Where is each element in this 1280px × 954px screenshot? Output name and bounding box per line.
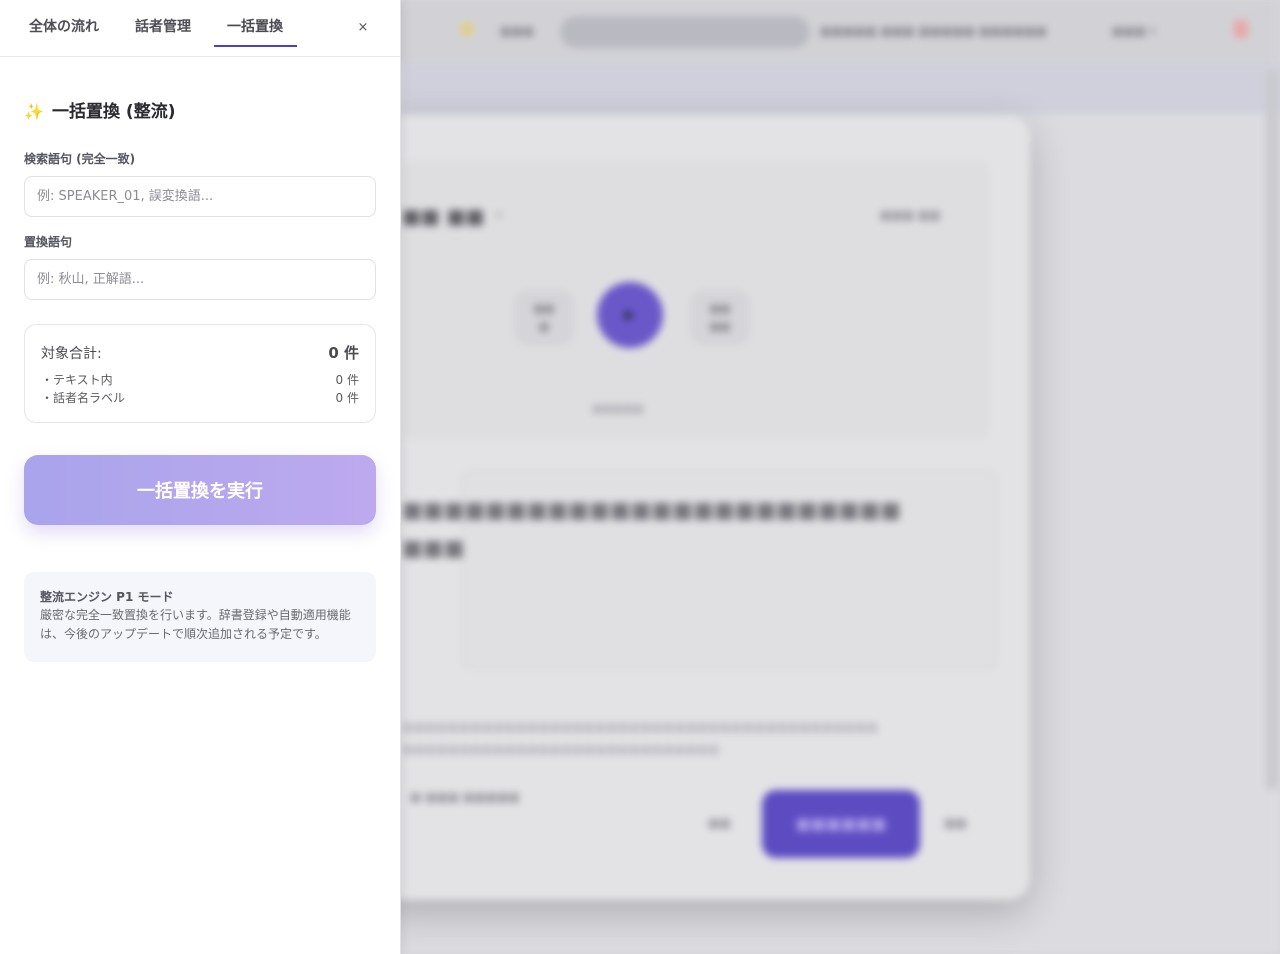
total-count-label: 対象合計: (41, 346, 102, 362)
search-input[interactable] (24, 176, 376, 217)
info-box: 整流エンジン P1 モード 厳密な完全一致置換を行います。辞書登録や自動適用機能… (24, 572, 376, 662)
close-button[interactable]: × (356, 18, 370, 38)
info-text: 厳密な完全一致置換を行います。辞書登録や自動適用機能は、今後のアップデートで順次… (40, 608, 351, 641)
bg-next: ■■ (944, 816, 967, 830)
section-title: ✨ 一括置換 (整流) (24, 99, 175, 125)
tab-speaker-management[interactable]: 話者管理 (135, 0, 191, 48)
total-count-value: 0 件 (328, 344, 359, 362)
bg-speed: ■■■■■ (592, 402, 644, 415)
text-count-value: 0 件 (335, 373, 359, 387)
bg-search-pill (560, 16, 810, 48)
side-panel: 全体の流れ 話者管理 一括置換 × ✨ 一括置換 (整流) 検索語句 (完全一致)… (0, 0, 401, 954)
bg-trash-icon (1234, 20, 1248, 38)
speaker-label-count-label: ・話者名ラベル (41, 391, 126, 405)
bg-caret-icon: ▾ (496, 208, 503, 222)
bg-star-icon (460, 22, 474, 36)
bg-skip-back: ■■ ■ (514, 290, 574, 346)
bg-top-text: ■■■ (500, 24, 535, 38)
search-label: 検索語句 (完全一致) (24, 152, 136, 166)
tab-bar: 全体の流れ 話者管理 一括置換 × (0, 0, 400, 57)
bg-small: ■ ■■■ ■■■■■ (410, 790, 520, 804)
bg-scrollbar (1266, 70, 1278, 790)
bg-play-icon: ▶ (597, 282, 663, 348)
execute-replace-button[interactable]: 一括置換を実行 (24, 455, 376, 525)
bg-prev: ■■ (708, 816, 731, 830)
replace-label: 置換語句 (24, 235, 73, 249)
tab-bulk-replace[interactable]: 一括置換 (227, 0, 283, 48)
bg-title: ■■ ■■ (402, 204, 485, 228)
bg-topright: ■■■ ■■ (880, 208, 941, 222)
bg-hint: ■■■■■■■■■■■■■■■■■■■■■■■■■■■■■■■■■■■■■■■■… (402, 720, 879, 756)
match-count-box: 対象合計: 0 件 ・テキスト内 0 件 ・話者名ラベル 0 件 (24, 324, 376, 423)
section-title-text: 一括置換 (整流) (52, 102, 176, 122)
bg-transcript: ■■■■■■■■■■■■■■■■■■■■■■■■ ■■■ (402, 498, 901, 561)
active-tab-indicator (214, 45, 297, 47)
info-title: 整流エンジン P1 モード (40, 590, 174, 604)
sparkles-icon: ✨ (24, 102, 44, 121)
bg-top-text: ■■■■■ ■■■ ■■■■■ ■■■■■■ (820, 24, 1047, 38)
tab-overall-flow[interactable]: 全体の流れ (29, 0, 99, 48)
bg-strip (402, 64, 1280, 114)
text-count-label: ・テキスト内 (41, 373, 113, 387)
bg-save-button: ■■■■■■ (762, 790, 920, 858)
bg-top-text: ■■■ ▾ (1112, 24, 1156, 38)
replace-input[interactable] (24, 259, 376, 300)
bg-skip-forward: ■■ ■■ (690, 290, 750, 346)
speaker-label-count-value: 0 件 (335, 391, 359, 405)
